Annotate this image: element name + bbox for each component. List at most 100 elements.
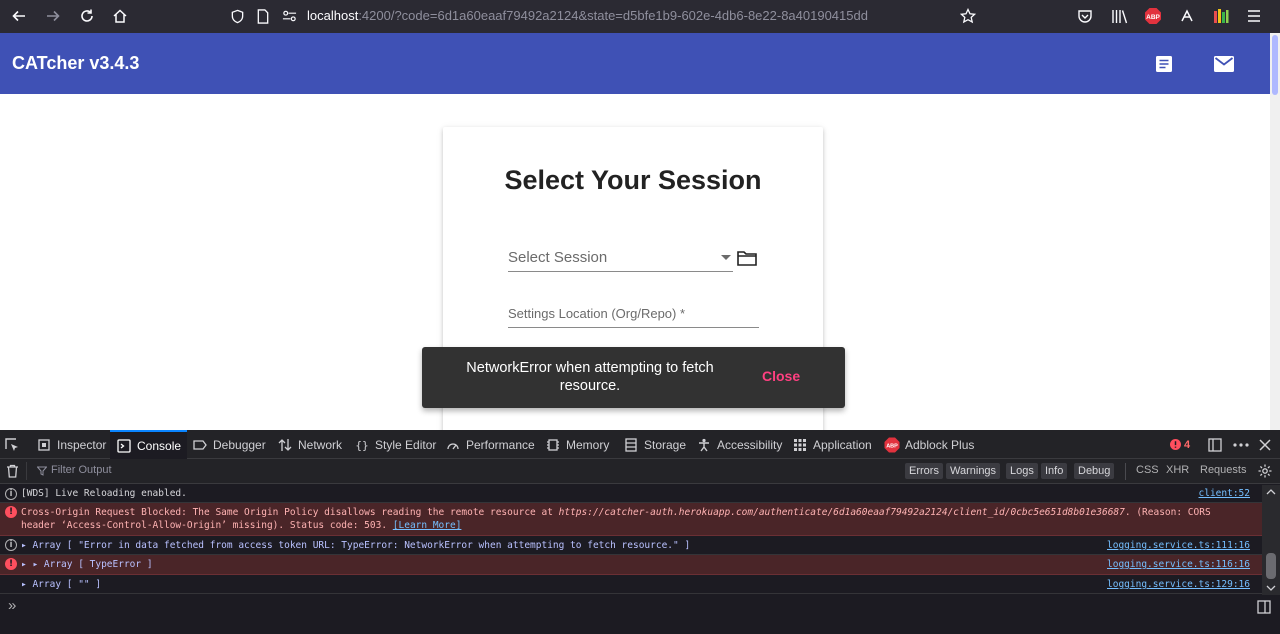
tab-performance[interactable]: Performance (445, 430, 535, 459)
log-row-array-empty[interactable]: ▸ Array [ "" ] logging.service.ts:129:16 (0, 575, 1262, 594)
tab-storage[interactable]: Storage (623, 430, 686, 459)
close-devtools-icon[interactable] (1259, 430, 1271, 459)
console-scrollbar[interactable] (1262, 485, 1280, 595)
tab-application[interactable]: Application (792, 430, 872, 459)
console-filter-bar: Filter Output Errors Warnings Logs Info … (0, 459, 1280, 484)
bookmark-star-icon[interactable] (959, 7, 977, 25)
filter-warnings-button[interactable]: Warnings (946, 463, 1001, 479)
tab-network[interactable]: Network (277, 430, 342, 459)
page-scrollbar-thumb[interactable] (1272, 35, 1278, 95)
dock-side-icon[interactable] (1208, 430, 1222, 459)
app-toolbar: CATcher v3.4.3 (0, 33, 1270, 94)
log-row-error-typeerror[interactable]: ! ▸ ▸ Array [ TypeError ] logging.servic… (0, 555, 1262, 575)
mail-icon[interactable] (1211, 51, 1237, 77)
tab-debugger[interactable]: Debugger (192, 430, 266, 459)
folder-icon[interactable] (736, 248, 758, 268)
console-settings-gear-icon[interactable] (1258, 464, 1272, 478)
log-source-link[interactable]: logging.service.ts:129:16 (1107, 579, 1250, 590)
shield-icon[interactable] (228, 7, 246, 25)
app-title: CATcher v3.4.3 (12, 53, 140, 73)
trash-icon[interactable] (6, 464, 19, 478)
browser-toolbar: localhost:4200/?code=6d1a60eaaf79492a212… (0, 0, 1280, 33)
log-message: [WDS] Live Reloading enabled. (21, 488, 187, 499)
permissions-icon[interactable] (280, 7, 298, 25)
filter-errors-button[interactable]: Errors (905, 463, 943, 479)
colorful-extension-icon[interactable] (1210, 5, 1232, 27)
filter-css-button[interactable]: CSS (1136, 464, 1159, 476)
devtools-panel: Inspector Console Debugger Network {} St… (0, 430, 1280, 634)
error-counter[interactable]: 4 (1170, 430, 1190, 459)
filter-xhr-button[interactable]: XHR (1166, 464, 1189, 476)
more-options-icon[interactable] (1233, 430, 1249, 459)
scroll-up-icon[interactable] (1266, 489, 1276, 495)
snackbar-message-line2: resource. (559, 378, 621, 394)
tab-inspector-label: Inspector (57, 437, 107, 452)
url-bar[interactable]: localhost:4200/?code=6d1a60eaaf79492a212… (224, 3, 994, 29)
extension-icon[interactable] (1176, 5, 1198, 27)
home-icon[interactable] (108, 4, 132, 28)
console-input[interactable]: » (0, 595, 1280, 634)
log-row-error-cors[interactable]: ! Cross-Origin Request Blocked: The Same… (0, 503, 1262, 536)
learn-more-link[interactable]: [Learn More] (393, 520, 462, 531)
url-text[interactable]: localhost:4200/?code=6d1a60eaaf79492a212… (307, 8, 868, 23)
adblock-plus-tab-icon: ABP (884, 437, 900, 453)
log-source-link[interactable]: client:52 (1199, 488, 1250, 499)
filter-divider-2 (1125, 463, 1126, 480)
reload-icon[interactable] (75, 4, 99, 28)
tab-accessibility[interactable]: Accessibility (696, 430, 782, 459)
filter-logs-button[interactable]: Logs (1006, 463, 1038, 479)
settings-location-input[interactable]: Settings Location (Org/Repo) * (508, 302, 759, 328)
filter-info-button[interactable]: Info (1041, 463, 1068, 479)
editor-mode-icon[interactable] (1257, 600, 1271, 614)
filter-funnel-icon (37, 466, 47, 476)
forward-arrow-icon[interactable] (41, 4, 65, 28)
console-scrollbar-thumb[interactable] (1266, 553, 1276, 579)
back-arrow-icon[interactable] (7, 4, 31, 28)
tab-application-label: Application (813, 437, 872, 452)
library-icon[interactable] (1108, 5, 1130, 27)
tab-performance-label: Performance (466, 437, 535, 452)
filter-debug-button[interactable]: Debug (1074, 463, 1115, 479)
memory-icon (545, 437, 561, 453)
tab-style-editor[interactable]: {} Style Editor (354, 430, 436, 459)
scroll-down-icon[interactable] (1266, 585, 1276, 591)
console-icon (116, 438, 132, 454)
tab-adblock-plus[interactable]: ABP Adblock Plus (884, 430, 974, 459)
log-url: https://catcher-auth.herokuapp.com/authe… (558, 507, 1125, 518)
element-picker-icon[interactable] (4, 430, 20, 459)
tab-style-editor-label: Style Editor (375, 437, 437, 452)
error-count: 4 (1184, 438, 1191, 451)
style-editor-icon: {} (354, 437, 370, 453)
tab-accessibility-label: Accessibility (717, 437, 783, 452)
log-row-info[interactable]: i [WDS] Live Reloading enabled. client:5… (0, 485, 1262, 503)
tab-adblock-plus-label: Adblock Plus (905, 437, 975, 452)
network-icon (277, 437, 293, 453)
dropdown-arrow-icon (721, 255, 731, 260)
tab-console[interactable]: Console (110, 430, 188, 459)
notes-icon[interactable] (1151, 51, 1177, 77)
error-icon: ! (5, 558, 17, 570)
log-source-link[interactable]: logging.service.ts:116:16 (1107, 559, 1250, 570)
snackbar-close-button[interactable]: Close (762, 368, 800, 384)
error-snackbar: NetworkError when attempting to fetch re… (422, 347, 845, 408)
debugger-icon (192, 437, 208, 453)
page-scrollbar[interactable] (1270, 33, 1280, 430)
filter-output-input[interactable]: Filter Output (51, 464, 112, 476)
session-select[interactable]: Select Session (508, 245, 733, 272)
tab-storage-label: Storage (644, 437, 687, 452)
tab-inspector[interactable]: Inspector (36, 430, 106, 459)
tab-memory[interactable]: Memory (545, 430, 609, 459)
log-message[interactable]: ▸ ▸ Array [ TypeError ] (21, 559, 153, 570)
log-message[interactable]: ▸ Array [ "Error in data fetched from ac… (21, 540, 690, 551)
svg-text:ABP: ABP (886, 443, 898, 449)
adblock-plus-icon[interactable]: ABP (1142, 5, 1164, 27)
log-message[interactable]: ▸ Array [ "" ] (21, 579, 101, 590)
page-icon[interactable] (254, 7, 272, 25)
hamburger-menu-icon[interactable] (1243, 5, 1265, 27)
log-source-link[interactable]: logging.service.ts:111:16 (1107, 540, 1250, 551)
inspector-icon (36, 437, 52, 453)
log-row-array-info[interactable]: i ▸ Array [ "Error in data fetched from … (0, 536, 1262, 555)
info-icon: i (5, 488, 17, 500)
filter-requests-button[interactable]: Requests (1200, 464, 1246, 476)
pocket-icon[interactable] (1074, 5, 1096, 27)
